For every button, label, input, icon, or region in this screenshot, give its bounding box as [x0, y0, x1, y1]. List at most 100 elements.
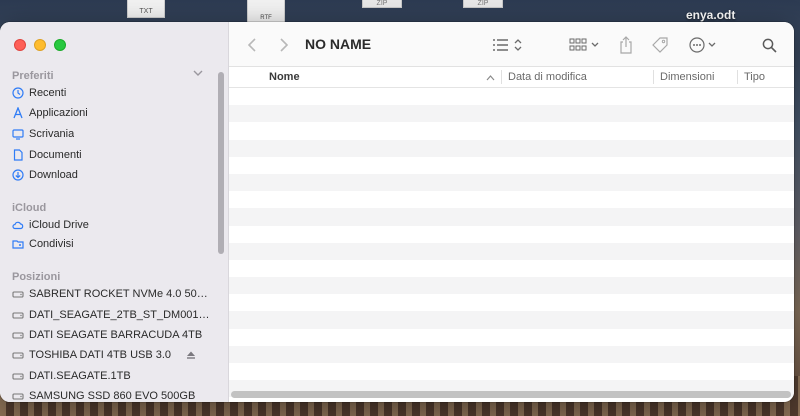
drive-icon — [12, 309, 24, 321]
search-button[interactable] — [761, 35, 777, 55]
list-view-icon — [493, 39, 522, 51]
column-header-name[interactable]: Nome — [269, 71, 300, 83]
sidebar-item-recenti[interactable]: Recenti — [12, 83, 212, 103]
close-window-button[interactable] — [14, 39, 26, 51]
desktop-file-txt-label: TXT — [139, 8, 153, 15]
desktop-zip-label: ZIP — [376, 0, 388, 7]
tag-button[interactable] — [651, 35, 669, 55]
sidebar-item-label: Applicazioni — [29, 107, 88, 119]
sidebar-section-icloud[interactable]: iCloud — [12, 202, 46, 214]
sidebar-item-drive[interactable]: SAMSUNG SSD 860 EVO 500GB — [12, 386, 212, 402]
column-divider[interactable] — [653, 70, 654, 84]
sort-ascending-icon[interactable] — [486, 74, 495, 81]
drive-icon — [12, 390, 24, 402]
table-row — [229, 363, 794, 381]
sidebar-item-label: iCloud Drive — [29, 219, 89, 231]
minimize-window-button[interactable] — [34, 39, 46, 51]
chevron-right-icon — [280, 38, 289, 52]
desktop-zip-label: ZIP — [477, 0, 489, 7]
table-row — [229, 311, 794, 329]
table-row — [229, 139, 794, 157]
more-icon — [689, 37, 716, 53]
sidebar-item-documenti[interactable]: Documenti — [12, 145, 212, 165]
zoom-window-button[interactable] — [54, 39, 66, 51]
sidebar-section-locations[interactable]: Posizioni — [12, 271, 60, 283]
sidebar-item-drive[interactable]: SABRENT ROCKET NVMe 4.0 500GB — [12, 284, 212, 304]
file-list: Nome Data di modifica Dimensioni Tipo — [229, 67, 794, 402]
chevron-down-icon[interactable] — [193, 68, 203, 78]
sidebar-item-label: SAMSUNG SSD 860 EVO 500GB — [29, 390, 196, 402]
sidebar-item-label: TOSHIBA DATI 4TB USB 3.0 — [29, 349, 172, 361]
column-divider[interactable] — [737, 70, 738, 84]
chevron-left-icon — [247, 38, 256, 52]
drive-icon — [12, 370, 24, 382]
column-header-modified[interactable]: Data di modifica — [508, 71, 587, 83]
table-row — [229, 191, 794, 209]
list-header: Nome Data di modifica Dimensioni Tipo — [229, 67, 794, 88]
cloud-icon — [12, 219, 24, 231]
drive-icon — [12, 349, 24, 361]
column-header-size[interactable]: Dimensioni — [660, 71, 714, 83]
download-icon — [12, 169, 24, 181]
sidebar-item-drive[interactable]: DATI SEAGATE BARRACUDA 4TB — [12, 325, 212, 345]
sidebar-section-favorites[interactable]: Preferiti — [12, 70, 54, 82]
forward-button[interactable] — [277, 35, 291, 55]
sidebar-item-label: Documenti — [29, 149, 82, 161]
table-row — [229, 242, 794, 260]
sidebar-item-drive[interactable]: DATI.SEAGATE.1TB — [12, 366, 212, 386]
sidebar: Preferiti Recenti Applicazioni Scrivania… — [0, 22, 229, 402]
drive-icon — [12, 288, 24, 300]
drive-icon — [12, 329, 24, 341]
table-row — [229, 345, 794, 363]
window-title: NO NAME — [305, 36, 372, 52]
more-actions-button[interactable] — [689, 35, 719, 55]
window-controls — [14, 39, 66, 51]
applications-icon — [12, 107, 24, 119]
shared-folder-icon — [12, 238, 24, 250]
sidebar-item-download[interactable]: Download — [12, 165, 212, 185]
desktop-zip-file[interactable]: ZIP — [362, 0, 402, 8]
share-icon — [620, 36, 632, 54]
desktop-file-name[interactable]: enya.odt — [686, 8, 735, 22]
column-divider[interactable] — [501, 70, 502, 84]
table-row — [229, 277, 794, 295]
table-row — [229, 105, 794, 123]
view-list-button[interactable] — [492, 35, 524, 55]
horizontal-scrollbar[interactable] — [231, 391, 791, 398]
eject-icon[interactable] — [186, 350, 196, 360]
sidebar-item-label: DATI_SEAGATE_2TB_ST_DM001_1... — [29, 309, 212, 321]
tag-icon — [652, 37, 668, 53]
sidebar-item-label: DATI SEAGATE BARRACUDA 4TB — [29, 329, 203, 341]
sidebar-item-scrivania[interactable]: Scrivania — [12, 124, 212, 144]
sidebar-item-label: Condivisi — [29, 238, 74, 250]
table-row — [229, 328, 794, 346]
sidebar-scrollbar[interactable] — [218, 72, 224, 254]
share-button[interactable] — [618, 35, 634, 55]
desktop-file-txt[interactable]: TXT — [127, 0, 165, 18]
desktop-icon — [12, 128, 24, 140]
group-grid-icon — [569, 38, 599, 51]
table-row — [229, 208, 794, 226]
clock-icon — [12, 87, 24, 99]
search-icon — [762, 38, 777, 53]
sidebar-item-drive[interactable]: TOSHIBA DATI 4TB USB 3.0 — [12, 345, 212, 365]
toolbar: NO NAME — [229, 22, 794, 67]
table-row — [229, 88, 794, 106]
document-icon — [12, 149, 24, 161]
sidebar-item-label: DATI.SEAGATE.1TB — [29, 370, 131, 382]
sidebar-item-icloud-drive[interactable]: iCloud Drive — [12, 215, 212, 235]
desktop-zip-file[interactable]: ZIP — [463, 0, 503, 8]
table-row — [229, 122, 794, 140]
sidebar-item-drive[interactable]: DATI_SEAGATE_2TB_ST_DM001_1... — [12, 305, 212, 325]
group-button[interactable] — [569, 35, 603, 55]
back-button[interactable] — [245, 35, 259, 55]
sidebar-item-label: Download — [29, 169, 78, 181]
column-header-kind[interactable]: Tipo — [744, 71, 765, 83]
sidebar-item-label: Recenti — [29, 87, 67, 99]
sidebar-item-condivisi[interactable]: Condivisi — [12, 234, 212, 254]
sidebar-item-label: Scrivania — [29, 128, 75, 140]
table-row — [229, 156, 794, 174]
sidebar-item-applicazioni[interactable]: Applicazioni — [12, 103, 212, 123]
sidebar-item-label: SABRENT ROCKET NVMe 4.0 500GB — [29, 288, 212, 300]
desktop-file-rtf-label: RTF — [260, 15, 272, 21]
